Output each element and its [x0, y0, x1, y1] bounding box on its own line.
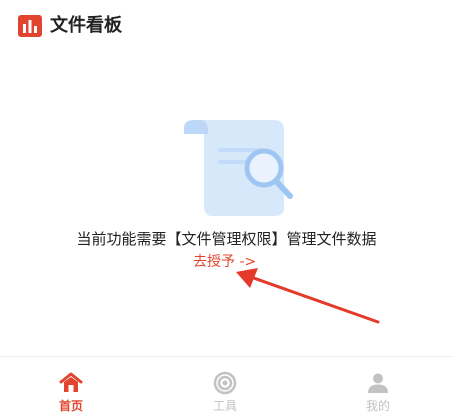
app-header: 文件看板	[0, 0, 453, 52]
tab-mine[interactable]: 我的	[328, 357, 428, 420]
home-icon	[59, 372, 83, 392]
tab-tools-label: 工具	[212, 399, 237, 413]
bar-chart-icon	[18, 15, 42, 37]
tab-tools[interactable]: 工具	[175, 357, 275, 420]
tab-mine-label: 我的	[365, 399, 390, 413]
grant-permission-link[interactable]: 去授予 ->	[193, 251, 256, 273]
screen: 文件看板 当前功能需要【文件管理权限】管理文件数据 去授予 -> 首页 工具 我…	[0, 0, 453, 420]
target-icon	[213, 371, 237, 395]
permission-message: 当前功能需要【文件管理权限】管理文件数据	[76, 230, 377, 248]
app-title: 文件看板	[50, 15, 122, 36]
bottom-tab-bar: 首页 工具 我的	[0, 356, 453, 420]
tab-home[interactable]: 首页	[21, 357, 121, 420]
user-icon	[368, 373, 388, 393]
document-search-icon	[184, 120, 293, 216]
tab-home-label: 首页	[58, 399, 83, 413]
